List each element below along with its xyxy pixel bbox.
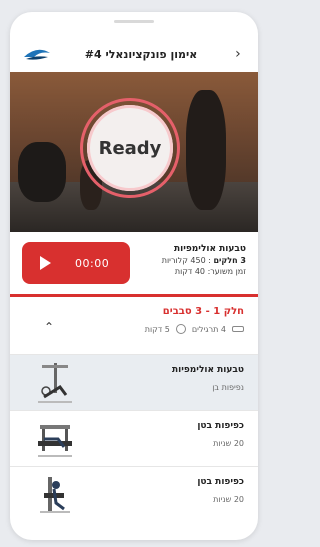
- play-icon: [40, 256, 51, 270]
- exercise-name: טבעות אולימפיות: [171, 365, 244, 375]
- section-meta: 4 תרגילים 5 דקות: [145, 324, 244, 334]
- crunches-exercise-image: [38, 425, 72, 457]
- ready-label: Ready: [98, 137, 162, 159]
- exercise-name: כפיפות בטן: [197, 477, 244, 487]
- estimated-duration: זמן משוער: 40 דקות: [174, 267, 246, 276]
- info-text: טבעות אולימפיות 3 חלקים : 450 קלוריות זמ…: [136, 244, 246, 276]
- rings-exercise-image: [38, 363, 72, 403]
- workout-info: 00:00 טבעות אולימפיות 3 חלקים : 450 קלור…: [10, 238, 258, 290]
- crunches-machine-exercise-image: [40, 477, 70, 513]
- clock-icon: [175, 324, 186, 334]
- dumbbell-icon: [232, 326, 244, 332]
- exercise-detail: 20 שניות: [213, 439, 244, 448]
- exercise-name: כפיפות בטן: [197, 421, 244, 431]
- list-item[interactable]: טבעות אולימפיות נפיפות בן: [10, 354, 258, 410]
- section-header[interactable]: ⌃ חלק 1 - 3 סבבים 4 תרגילים 5 דקות: [10, 300, 258, 348]
- ready-button[interactable]: Ready: [87, 105, 173, 191]
- parts-count: 3 חלקים: [213, 256, 246, 265]
- section-title: חלק 1 - 3 סבבים: [162, 306, 244, 317]
- section-minutes: 5 דקות: [144, 324, 170, 334]
- video-player[interactable]: Ready: [10, 72, 258, 232]
- list-item[interactable]: כפיפות בטן 20 שניות: [10, 410, 258, 466]
- athlete-figure-left: [18, 142, 66, 202]
- phone-notch: [114, 20, 154, 23]
- header: אימון פונקציונאלי #4 ›: [10, 38, 258, 70]
- exercise-detail: 20 שניות: [213, 495, 244, 504]
- list-item[interactable]: כפיפות בטן 20 שניות: [10, 466, 258, 522]
- play-button[interactable]: 00:00: [22, 242, 130, 284]
- phone-frame: אימון פונקציונאלי #4 › Ready 00:00 טבעות…: [10, 12, 258, 540]
- current-exercise-title: טבעות אולימפיות: [173, 244, 246, 254]
- exercise-detail: נפיפות בן: [212, 383, 244, 392]
- section-exercises: 4 תרגילים: [191, 324, 226, 334]
- parts-calories: 3 חלקים : 450 קלוריות: [136, 256, 246, 265]
- chevron-right-icon[interactable]: ›: [230, 46, 246, 62]
- timer: 00:00: [75, 256, 110, 270]
- athlete-figure-right: [186, 90, 226, 210]
- progress-divider: [10, 294, 258, 297]
- app-logo-icon: [24, 49, 50, 60]
- workout-title: אימון פונקציונאלי #4: [84, 47, 198, 61]
- calories: : 450 קלוריות: [161, 256, 214, 265]
- chevron-up-icon[interactable]: ⌃: [44, 320, 54, 334]
